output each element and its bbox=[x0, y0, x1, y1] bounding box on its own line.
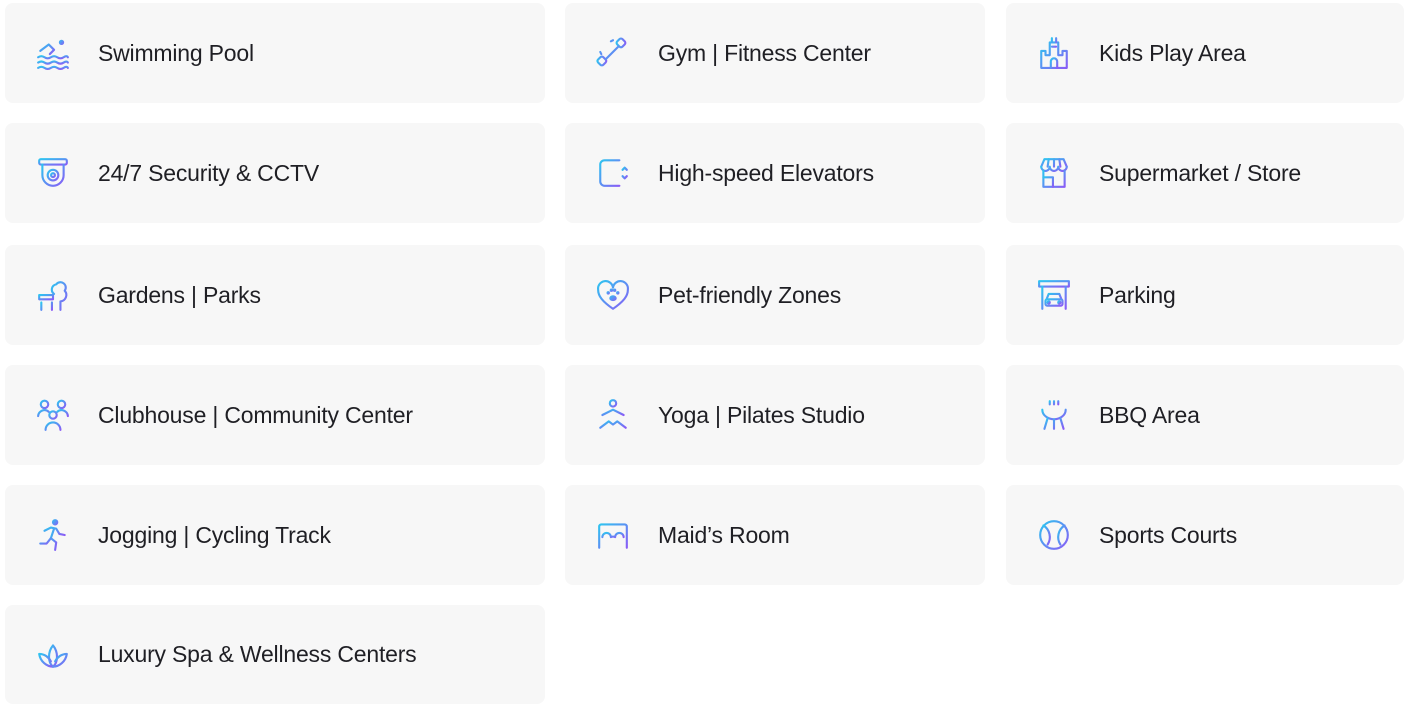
amenity-card-security: 24/7 Security & CCTV bbox=[5, 123, 545, 223]
car-garage-icon bbox=[1036, 277, 1072, 313]
amenity-label: Sports Courts bbox=[1099, 521, 1238, 548]
amenity-label: Gym | Fitness Center bbox=[658, 39, 871, 66]
amenity-label: Gardens | Parks bbox=[98, 281, 261, 308]
lotus-icon bbox=[35, 637, 71, 673]
amenity-card-clubhouse: Clubhouse | Community Center bbox=[5, 365, 545, 465]
bbq-grill-icon bbox=[1036, 397, 1072, 433]
park-bench-tree-icon bbox=[35, 277, 71, 313]
amenity-card-bbq: BBQ Area bbox=[1006, 365, 1404, 465]
heart-paw-icon bbox=[595, 277, 631, 313]
castle-icon bbox=[1036, 35, 1072, 71]
amenity-card-swimming-pool: Swimming Pool bbox=[5, 3, 545, 103]
amenity-card-supermarket: Supermarket / Store bbox=[1006, 123, 1404, 223]
store-icon bbox=[1036, 155, 1072, 191]
amenity-card-elevators: High-speed Elevators bbox=[565, 123, 985, 223]
amenity-label: Luxury Spa & Wellness Centers bbox=[98, 641, 417, 667]
community-people-icon bbox=[35, 397, 71, 433]
amenity-label: Clubhouse | Community Center bbox=[98, 401, 413, 428]
amenity-label: Maid’s Room bbox=[658, 521, 790, 548]
amenity-card-pet-friendly: Pet-friendly Zones bbox=[565, 245, 985, 345]
amenity-card-spa: Luxury Spa & Wellness Centers bbox=[5, 605, 545, 704]
amenity-label: BBQ Area bbox=[1099, 401, 1200, 428]
amenity-label: Kids Play Area bbox=[1099, 39, 1246, 66]
swimming-pool-icon bbox=[35, 35, 71, 71]
amenity-card-gardens: Gardens | Parks bbox=[5, 245, 545, 345]
amenity-label: 24/7 Security & CCTV bbox=[98, 159, 319, 186]
bed-icon bbox=[595, 517, 631, 553]
amenity-label: Parking bbox=[1099, 281, 1176, 308]
amenity-card-jogging: Jogging | Cycling Track bbox=[5, 485, 545, 585]
dumbbell-icon bbox=[595, 35, 631, 71]
amenity-label: Pet-friendly Zones bbox=[658, 281, 842, 308]
amenity-label: Swimming Pool bbox=[98, 39, 254, 66]
amenity-label: Supermarket / Store bbox=[1099, 159, 1302, 186]
amenity-card-parking: Parking bbox=[1006, 245, 1404, 345]
amenity-label: High-speed Elevators bbox=[658, 159, 874, 186]
tennis-ball-icon bbox=[1036, 517, 1072, 553]
amenity-label: Yoga | Pilates Studio bbox=[658, 401, 865, 428]
cctv-camera-icon bbox=[35, 155, 71, 191]
yoga-pose-icon bbox=[595, 397, 631, 433]
runner-icon bbox=[35, 517, 71, 553]
amenities-grid: Swimming Pool Gym | Fitness Center Kids … bbox=[0, 0, 1409, 704]
amenity-label: Jogging | Cycling Track bbox=[98, 521, 331, 548]
amenity-card-yoga: Yoga | Pilates Studio bbox=[565, 365, 985, 465]
elevator-icon bbox=[595, 155, 631, 191]
amenity-card-kids-play-area: Kids Play Area bbox=[1006, 3, 1404, 103]
amenity-card-maids-room: Maid’s Room bbox=[565, 485, 985, 585]
amenity-card-gym: Gym | Fitness Center bbox=[565, 3, 985, 103]
amenity-card-sports-courts: Sports Courts bbox=[1006, 485, 1404, 585]
